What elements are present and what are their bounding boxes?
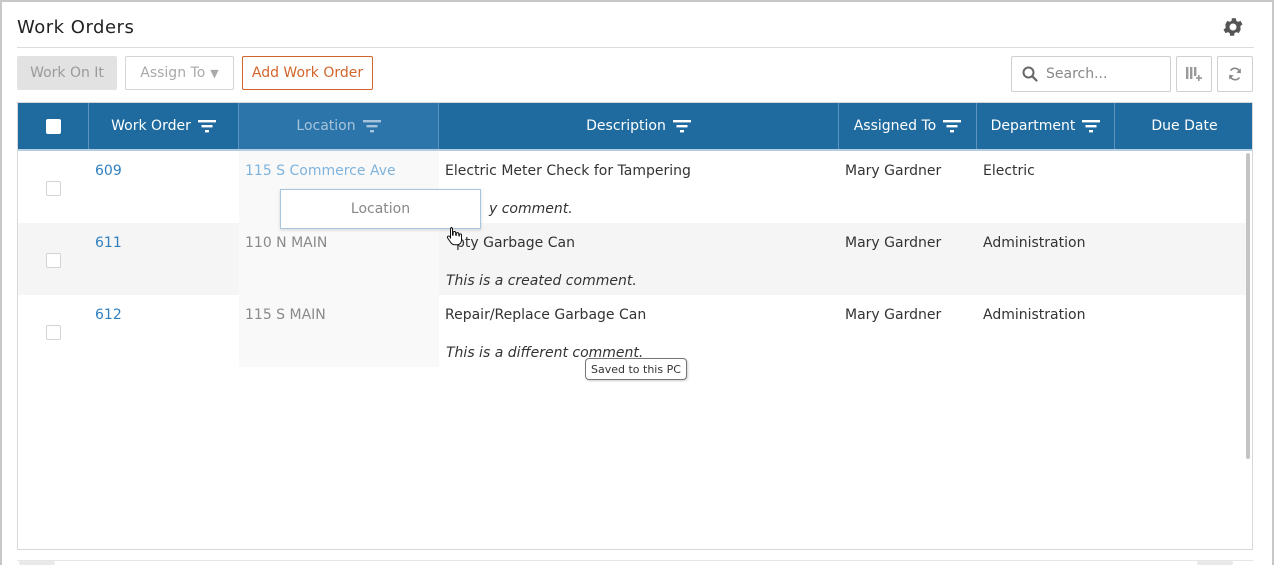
work-order-link[interactable]: 612 [95,307,122,323]
description-cell: Electric Meter Check for Tampering [445,163,691,179]
refresh-icon [1229,67,1241,81]
vertical-scrollbar[interactable] [1246,153,1250,459]
assigned-to-cell: Mary Gardner [845,307,942,323]
columns-icon [1186,67,1202,81]
column-header-due-date[interactable]: Due Date [1115,103,1252,149]
filter-icon[interactable] [672,119,691,133]
assign-to-label: Assign To [140,65,206,81]
column-header-assigned-to[interactable]: Assigned To [839,103,977,149]
add-work-order-button[interactable]: Add Work Order [242,56,373,90]
select-all-checkbox[interactable] [45,118,61,134]
assign-to-button[interactable]: Assign To ▼ [125,56,234,90]
comment-text: This is a created comment. [446,273,637,289]
assigned-to-cell: Mary Gardner [845,235,942,251]
work-on-it-button[interactable]: Work On It [17,56,117,90]
filter-icon[interactable] [197,119,216,133]
column-label: Location [296,118,356,134]
filter-icon[interactable] [943,119,962,133]
filter-icon[interactable] [1082,119,1101,133]
horizontal-scrollbar[interactable] [17,560,1253,565]
column-chooser-button[interactable] [1176,56,1212,92]
department-cell: Administration [983,235,1086,251]
caret-down-icon: ▼ [210,66,219,80]
work-order-link[interactable]: 611 [95,235,122,251]
table-row[interactable]: 609 115 S Commerce Ave Electric Meter Ch… [18,151,1248,223]
saved-tooltip: Saved to this PC [585,358,687,380]
search-input[interactable] [1046,66,1156,82]
column-label: Description [586,118,666,134]
column-header-description[interactable]: Description [439,103,839,149]
column-label: Department [990,118,1076,134]
row-checkbox[interactable] [46,253,61,268]
description-cell: pty Garbage Can [456,235,575,251]
grid-header: Work Order Location Description Assigned… [18,103,1252,149]
column-header-work-order[interactable]: Work Order [89,103,239,149]
assigned-to-cell: Mary Gardner [845,163,942,179]
description-cell: Repair/Replace Garbage Can [445,307,647,323]
search-icon [1022,66,1038,82]
search-box[interactable] [1011,56,1171,92]
column-drag-popup: Location [280,189,481,229]
column-header-location[interactable]: Location [239,103,439,149]
filter-icon[interactable] [362,119,381,133]
scrollbar-right-thumb[interactable] [1197,561,1233,565]
gear-icon[interactable] [1221,15,1245,39]
row-checkbox[interactable] [46,325,61,340]
table-row[interactable]: 611 110 N MAIN pty Garbage Can This is a… [18,223,1248,295]
title-divider [17,47,1254,48]
work-order-link[interactable]: 609 [95,163,122,179]
refresh-button[interactable] [1217,56,1253,92]
location-column-highlight [239,295,439,367]
page-title: Work Orders [17,17,135,38]
scrollbar-left-thumb[interactable] [19,561,55,565]
hand-cursor-icon [446,226,462,250]
comment-text: y comment. [489,201,573,217]
column-label: Due Date [1151,118,1218,134]
department-cell: Administration [983,307,1086,323]
work-orders-grid: Work Order Location Description Assigned… [17,102,1253,550]
location-cell: 110 N MAIN [245,235,328,251]
location-column-highlight [239,223,439,295]
location-cell: 115 S MAIN [245,307,326,323]
select-all-cell [18,103,89,149]
location-cell: 115 S Commerce Ave [245,163,396,179]
column-label: Work Order [111,118,191,134]
table-row[interactable]: 612 115 S MAIN Repair/Replace Garbage Ca… [18,295,1248,367]
row-checkbox[interactable] [46,181,61,196]
column-label: Assigned To [853,118,937,134]
column-header-department[interactable]: Department [977,103,1115,149]
department-cell: Electric [983,163,1035,179]
